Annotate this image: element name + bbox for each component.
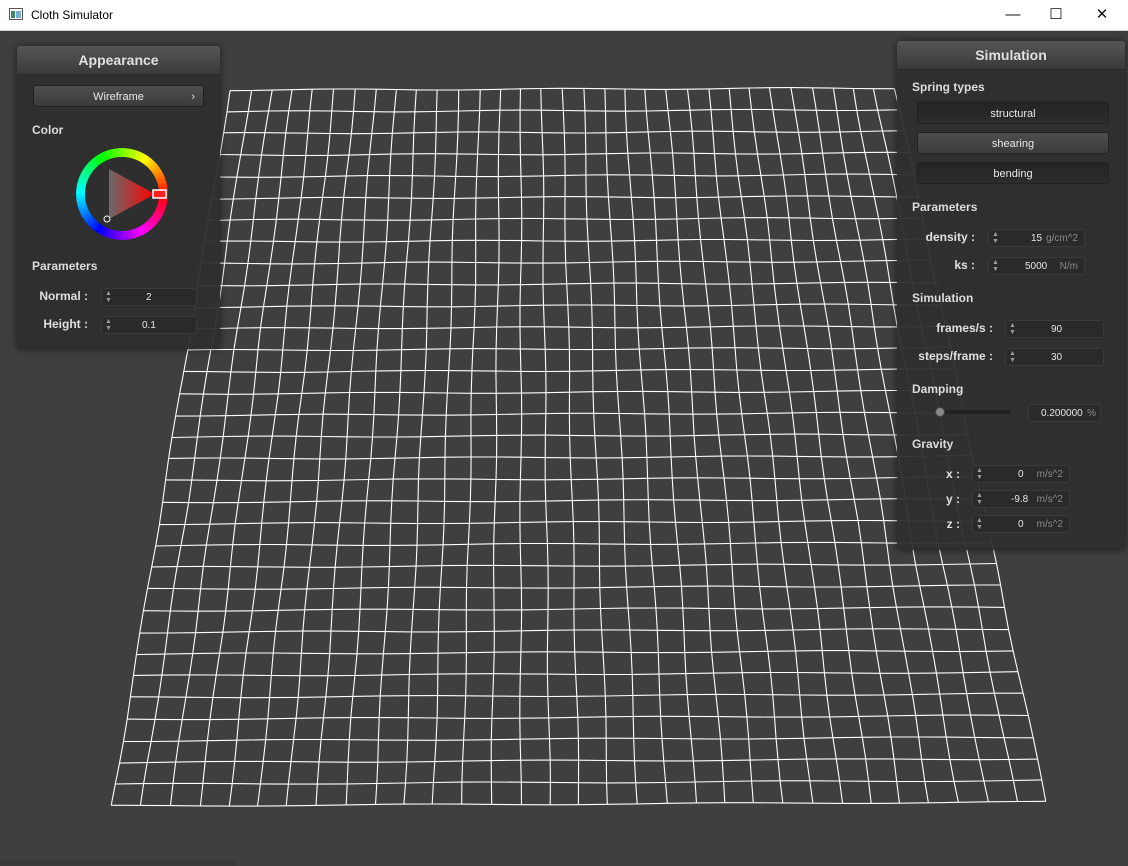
app-window-icon [9,8,23,20]
ks-value: 5000 [1025,261,1048,272]
frames-per-second-input[interactable]: ▲ ▼ 90 [1005,320,1104,338]
cloth-column-line [285,88,356,806]
spinner-icon[interactable]: ▲ ▼ [976,467,983,481]
density-unit: g/cm^2 [1046,233,1078,244]
normal-input[interactable]: ▲ ▼ 2 [101,288,197,306]
structural-spring-button[interactable]: structural [917,102,1109,124]
gravity-x-label: x : [945,467,960,481]
gravity-y-input[interactable]: ▲ ▼ -9.8 m/s^2 [972,490,1070,508]
bending-spring-button[interactable]: bending [917,162,1109,184]
gravity-label: Gravity [912,437,954,451]
density-label: density : [925,230,975,244]
minimize-button[interactable]: — [990,0,1036,30]
cloth-column-line [540,88,551,805]
color-wheel[interactable] [75,147,169,241]
title-bar: Cloth Simulator — ☐ ✕ [0,0,1128,31]
density-input[interactable]: ▲ ▼ 15 g/cm^2 [988,229,1085,247]
gravity-z-unit: m/s^2 [1036,519,1063,530]
gravity-y-value: -9.8 [1011,494,1029,505]
frames-per-second-label: frames/s : [936,321,993,335]
spring-types-label: Spring types [912,80,985,94]
spinner-icon[interactable]: ▲ ▼ [105,290,112,304]
close-button[interactable]: ✕ [1079,0,1125,30]
color-label: Color [32,123,64,137]
height-input[interactable]: ▲ ▼ 0.1 [101,316,197,334]
cloth-column-line [644,89,698,803]
steps-per-frame-input[interactable]: ▲ ▼ 30 [1005,348,1104,366]
window-title: Cloth Simulator [31,8,114,22]
damping-label: Damping [912,382,964,396]
normal-value: 2 [146,292,152,303]
gravity-z-label: z : [946,517,960,531]
gravity-x-value: 0 [1018,469,1024,480]
appearance-panel: Appearance Wireframe › Color Parameters … [17,46,220,349]
sim-parameters-label: Parameters [912,200,978,214]
ks-input[interactable]: ▲ ▼ 5000 N/m [988,257,1085,275]
damping-input[interactable]: 0.200000 % [1028,404,1101,422]
render-mode-button[interactable]: Wireframe › [33,85,204,107]
cloth-column-line [431,89,460,805]
spinner-icon[interactable]: ▲ ▼ [105,318,112,332]
appearance-panel-title: Appearance [17,46,220,75]
cloth-column-line [374,89,417,805]
spinner-icon[interactable]: ▲ ▼ [992,259,999,273]
spinner-icon[interactable]: ▲ ▼ [976,492,983,506]
height-label: Height : [43,317,88,331]
frames-per-second-value: 90 [1051,324,1063,335]
cloth-column-line [315,89,377,806]
spinner-icon[interactable]: ▲ ▼ [976,517,983,531]
cloth-column-line [403,89,438,805]
ks-label: ks : [954,258,975,272]
steps-per-frame-value: 30 [1051,352,1063,363]
gravity-x-unit: m/s^2 [1036,469,1063,480]
simulation-panel-title: Simulation [897,41,1125,70]
cloth-column-line [561,88,580,805]
gravity-y-label: y : [945,492,960,506]
maximize-button[interactable]: ☐ [1033,0,1079,30]
cloth-column-line [604,88,638,804]
cloth-column-line [790,87,900,804]
cloth-column-line [345,89,397,805]
density-value: 15 [1031,233,1043,244]
render-mode-label: Wireframe [93,91,144,103]
appearance-parameters-label: Parameters [32,259,98,273]
simulation-section-label: Simulation [912,291,974,305]
spinner-icon[interactable]: ▲ ▼ [1009,322,1016,336]
normal-label: Normal : [39,289,88,303]
cloth-column-line [461,89,481,805]
cloth-column-line [583,88,608,805]
gravity-z-input[interactable]: ▲ ▼ 0 m/s^2 [972,515,1070,533]
chevron-right-icon: › [191,91,195,103]
shearing-spring-button[interactable]: shearing [917,132,1109,154]
gravity-y-unit: m/s^2 [1036,494,1063,505]
damping-value: 0.200000 [1041,408,1083,419]
spinner-icon[interactable]: ▲ ▼ [1009,350,1016,364]
cloth-column-line [665,89,726,803]
ks-unit: N/m [1059,261,1078,272]
damping-slider-handle[interactable] [935,407,946,417]
cloth-column-line [519,88,523,805]
hue-selector-handle[interactable] [152,189,167,199]
simulation-panel: Simulation Spring types structural shear… [897,41,1125,550]
cloth-column-line [624,88,668,804]
height-value: 0.1 [142,320,156,331]
spinner-icon[interactable]: ▲ ▼ [992,231,999,245]
cloth-column-line [768,87,872,804]
gravity-z-value: 0 [1018,519,1024,530]
damping-slider[interactable] [939,410,1011,414]
gravity-x-input[interactable]: ▲ ▼ 0 m/s^2 [972,465,1070,483]
bottom-strip [0,860,236,866]
cloth-column-line [256,88,335,807]
steps-per-frame-label: steps/frame : [918,349,993,363]
damping-unit: % [1087,408,1096,419]
cloth-column-line [490,89,502,805]
cloth-column-line [228,89,313,807]
